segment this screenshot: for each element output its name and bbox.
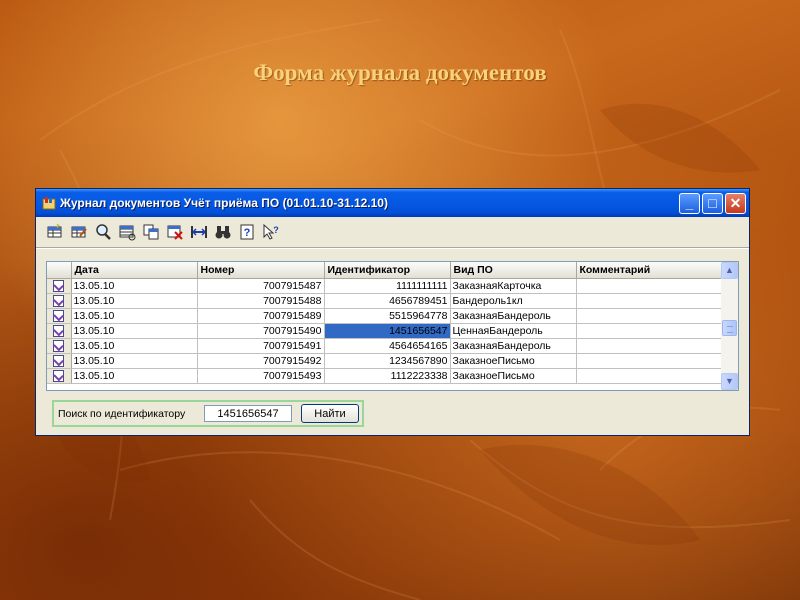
cell-number[interactable]: 7007915488 <box>197 293 325 309</box>
cell-id[interactable]: 5515964778 <box>324 308 451 324</box>
cell-comment[interactable] <box>576 368 722 384</box>
column-header-id[interactable]: Идентификатор <box>324 262 451 279</box>
row-indicator[interactable] <box>47 293 72 309</box>
cell-id[interactable]: 1234567890 <box>324 353 451 369</box>
search-label: Поиск по идентификатору <box>58 408 186 420</box>
cell-comment[interactable] <box>576 338 722 354</box>
cell-comment[interactable] <box>576 323 722 339</box>
row-indicator[interactable] <box>47 308 72 324</box>
document-icon <box>53 310 65 323</box>
document-icon <box>53 295 65 308</box>
cell-comment[interactable] <box>576 278 722 294</box>
cell-id[interactable]: 4656789451 <box>324 293 451 309</box>
context-help-icon[interactable]: ? <box>262 223 280 241</box>
svg-text:?: ? <box>273 225 279 235</box>
copy-icon[interactable] <box>142 223 160 241</box>
cell-number[interactable]: 7007915487 <box>197 278 325 294</box>
document-icon <box>53 340 65 353</box>
cell-number[interactable]: 7007915489 <box>197 308 325 324</box>
slide-title: Форма журнала документов <box>253 60 547 85</box>
documents-grid[interactable]: Дата Номер Идентификатор Вид ПО Коммента… <box>46 261 739 391</box>
row-indicator[interactable] <box>47 353 72 369</box>
vertical-scrollbar[interactable]: ▲ ▼ <box>721 262 738 390</box>
table-row[interactable]: 13.05.10 7007915487 1111111111 ЗаказнаяК… <box>47 278 722 294</box>
column-width-icon[interactable] <box>190 223 208 241</box>
cell-date[interactable]: 13.05.10 <box>71 338 198 354</box>
document-journal-window: Журнал документов Учёт приёма ПО (01.01.… <box>35 188 750 436</box>
toolbar-separator <box>36 247 749 249</box>
document-icon <box>53 370 65 383</box>
row-indicator[interactable] <box>47 368 72 384</box>
search-id-input[interactable] <box>204 405 292 422</box>
cell-date[interactable]: 13.05.10 <box>71 293 198 309</box>
magnify-icon[interactable] <box>94 223 112 241</box>
table-add-icon[interactable] <box>46 223 64 241</box>
column-header-type[interactable]: Вид ПО <box>450 262 577 279</box>
search-panel: Поиск по идентификатору Найти <box>52 400 364 427</box>
cell-id[interactable]: 4564654165 <box>324 338 451 354</box>
scroll-up-icon[interactable]: ▲ <box>721 262 738 279</box>
table-row[interactable]: 13.05.10 7007915492 1234567890 ЗаказноеП… <box>47 353 722 369</box>
cell-number[interactable]: 7007915493 <box>197 368 325 384</box>
svg-text:?: ? <box>244 227 251 239</box>
cell-id-selected[interactable]: 1451656547 <box>324 323 451 339</box>
window-title: Журнал документов Учёт приёма ПО (01.01.… <box>60 196 388 210</box>
maximize-button[interactable]: □ <box>702 193 723 214</box>
row-indicator[interactable] <box>47 338 72 354</box>
cell-type[interactable]: ЗаказнаяБандероль <box>450 308 577 324</box>
toolbar: ? ? <box>46 223 546 243</box>
cell-type[interactable]: ЗаказнаяБандероль <box>450 338 577 354</box>
cell-date[interactable]: 13.05.10 <box>71 368 198 384</box>
table-row[interactable]: 13.05.10 7007915488 4656789451 Бандероль… <box>47 293 722 309</box>
minimize-button[interactable]: _ <box>679 193 700 214</box>
cell-type[interactable]: ЗаказнаяКарточка <box>450 278 577 294</box>
cell-date[interactable]: 13.05.10 <box>71 323 198 339</box>
cell-comment[interactable] <box>576 353 722 369</box>
find-button[interactable]: Найти <box>301 404 359 423</box>
help-icon[interactable]: ? <box>238 223 256 241</box>
grid-header-row: Дата Номер Идентификатор Вид ПО Коммента… <box>47 262 722 279</box>
row-indicator-header <box>47 262 72 279</box>
cell-type[interactable]: ЗаказноеПисьмо <box>450 368 577 384</box>
cell-type[interactable]: ЦеннаяБандероль <box>450 323 577 339</box>
cell-type[interactable]: ЗаказноеПисьмо <box>450 353 577 369</box>
column-header-date[interactable]: Дата <box>71 262 198 279</box>
cell-number[interactable]: 7007915490 <box>197 323 325 339</box>
documents-table: Дата Номер Идентификатор Вид ПО Коммента… <box>47 262 722 384</box>
cell-number[interactable]: 7007915491 <box>197 338 325 354</box>
table-row[interactable]: 13.05.10 7007915491 4564654165 ЗаказнаяБ… <box>47 338 722 354</box>
cell-id[interactable]: 1112223338 <box>324 368 451 384</box>
cell-comment[interactable] <box>576 293 722 309</box>
cell-date[interactable]: 13.05.10 <box>71 308 198 324</box>
close-button[interactable]: ✕ <box>725 193 746 214</box>
table-edit-icon[interactable] <box>70 223 88 241</box>
cell-date[interactable]: 13.05.10 <box>71 278 198 294</box>
window-titlebar[interactable]: Журнал документов Учёт приёма ПО (01.01.… <box>36 189 749 217</box>
app-icon <box>42 197 56 210</box>
cell-type[interactable]: Бандероль1кл <box>450 293 577 309</box>
scroll-down-icon[interactable]: ▼ <box>721 373 738 390</box>
row-indicator[interactable] <box>47 323 72 339</box>
row-indicator[interactable] <box>47 278 72 294</box>
document-icon <box>53 325 65 338</box>
cell-comment[interactable] <box>576 308 722 324</box>
cell-id[interactable]: 1111111111 <box>324 278 451 294</box>
column-header-comment[interactable]: Комментарий <box>576 262 722 279</box>
document-icon <box>53 355 65 368</box>
cell-number[interactable]: 7007915492 <box>197 353 325 369</box>
document-icon <box>53 280 65 293</box>
binoculars-icon[interactable] <box>214 223 232 241</box>
table-row[interactable]: 13.05.10 7007915493 1112223338 ЗаказноеП… <box>47 368 722 384</box>
table-row[interactable]: 13.05.10 7007915489 5515964778 ЗаказнаяБ… <box>47 308 722 324</box>
table-row-selected[interactable]: 13.05.10 7007915490 1451656547 ЦеннаяБан… <box>47 323 722 339</box>
column-header-number[interactable]: Номер <box>197 262 325 279</box>
delete-icon[interactable] <box>166 223 184 241</box>
cell-date[interactable]: 13.05.10 <box>71 353 198 369</box>
scroll-thumb[interactable] <box>722 320 737 336</box>
table-view-icon[interactable] <box>118 223 136 241</box>
